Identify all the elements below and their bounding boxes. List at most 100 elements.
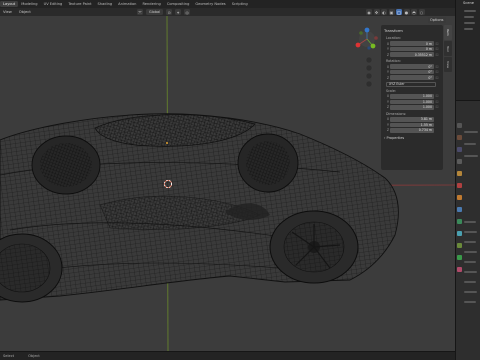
location-x-field[interactable]: 0 m [390, 41, 434, 46]
object-origin [166, 142, 168, 144]
orientation-dropdown[interactable]: Global [146, 9, 164, 15]
lock-icon[interactable]: ⚿ [434, 105, 440, 109]
outliner-row[interactable] [464, 22, 475, 24]
status-object: Object [28, 354, 40, 358]
material-shading-icon[interactable]: ◓ [411, 9, 417, 15]
material-tab-icon[interactable] [457, 267, 462, 272]
scale-label: Scale: [386, 88, 396, 93]
tool-tab-icon[interactable] [457, 123, 462, 128]
properties-row [464, 291, 477, 293]
transform-orientation-group: ⤧ Global ⊙ ⌖ ◎ [137, 9, 191, 15]
lock-icon[interactable]: ⚿ [434, 70, 440, 74]
outliner-row[interactable] [464, 16, 474, 18]
status-bar: Select Object [0, 351, 455, 360]
properties-row [464, 131, 478, 133]
properties-row [464, 221, 476, 223]
xray-icon[interactable]: ▣ [388, 9, 395, 15]
tab-geometry-nodes[interactable]: Geometry Nodes [192, 1, 228, 7]
solid-shading-icon[interactable]: ● [403, 9, 410, 15]
gizmo-icon[interactable]: ✥ [373, 9, 380, 15]
outliner-row[interactable] [464, 28, 473, 30]
view-menu[interactable]: View [3, 10, 12, 14]
physics-tab-icon[interactable] [457, 231, 462, 236]
workspace-tabs: Layout Modeling UV Editing Texture Paint… [0, 0, 455, 8]
location-y-field[interactable]: 0 m [390, 46, 434, 52]
properties-row [464, 241, 476, 243]
lock-icon[interactable]: ⚿ [434, 65, 440, 69]
tab-modeling[interactable]: Modeling [18, 1, 40, 7]
constraints-tab-icon[interactable] [457, 243, 462, 248]
tab-shading[interactable]: Shading [95, 1, 116, 7]
lock-icon[interactable]: ⚿ [434, 76, 440, 80]
scale-y-field[interactable]: 1.000 [390, 99, 434, 105]
view-layer-tab-icon[interactable] [457, 159, 462, 164]
lock-icon[interactable]: ⚿ [434, 53, 440, 57]
properties-row [464, 155, 478, 157]
right-editors: Scene [455, 0, 480, 360]
orientation-icon: ⤧ [137, 9, 143, 15]
location-label: Location: [386, 36, 402, 40]
tab-texture-paint[interactable]: Texture Paint [65, 1, 94, 7]
rotation-y-field[interactable]: 0° [390, 69, 434, 75]
rotation-x-field[interactable]: 0° [390, 64, 434, 69]
transform-panel: Transform Location: X0 m ⚿ Y0 m ⚿ Z 0.35512… [381, 25, 443, 170]
tab-scripting[interactable]: Scripting [229, 1, 251, 7]
render-tab-icon[interactable] [457, 135, 462, 140]
location-z-field[interactable]: 0.35512 m [390, 52, 434, 57]
transform-panel-title[interactable]: Transform [384, 28, 440, 33]
properties-row [464, 143, 476, 145]
tab-animation[interactable]: Animation [115, 1, 139, 7]
shading-controls: ◉ ✥ ◐ ▣ ◯ ● ◓ ○ [366, 9, 425, 15]
dimensions-x-field[interactable]: 3.81 m [390, 117, 434, 122]
properties-row [464, 251, 477, 253]
outliner-scene-label[interactable]: Scene [463, 1, 474, 5]
proportional-edit-icon[interactable]: ◎ [184, 9, 191, 15]
status-select: Select [3, 354, 15, 358]
visibility-icon[interactable]: ◉ [366, 9, 372, 15]
modifier-tab-icon[interactable] [457, 207, 462, 212]
scene-tab-icon[interactable] [457, 171, 462, 176]
dimensions-z-field[interactable]: 0.734 m [390, 128, 434, 133]
properties-row [464, 301, 476, 303]
properties-section[interactable]: › Properties [384, 136, 440, 140]
properties-row [464, 261, 476, 263]
properties-label: Properties [386, 135, 405, 140]
dimensions-y-field[interactable]: 1.55 m [390, 122, 434, 128]
tab-item[interactable]: Item [444, 25, 452, 40]
rotation-z-field[interactable]: 0° [390, 75, 434, 80]
car-wireframe-mesh [0, 113, 399, 303]
overlay-icon[interactable]: ◐ [381, 9, 387, 15]
navigation-gizmo [355, 27, 378, 50]
scale-z-field[interactable]: 1.000 [390, 105, 434, 110]
tab-rendering[interactable]: Rendering [139, 1, 163, 7]
object-menu[interactable]: Object [19, 10, 31, 14]
properties-row [464, 281, 476, 283]
object-tab-icon[interactable] [457, 195, 462, 200]
lock-icon[interactable]: ⚿ [434, 100, 440, 104]
output-tab-icon[interactable] [457, 147, 462, 152]
wireframe-shading-icon[interactable]: ◯ [396, 9, 402, 15]
rotation-mode-dropdown[interactable]: XYZ Euler [386, 82, 436, 87]
scale-x-field[interactable]: 1.000 [390, 94, 434, 99]
lock-icon[interactable]: ⚿ [434, 94, 440, 98]
data-tab-icon[interactable] [457, 255, 462, 260]
tab-view[interactable]: View [444, 57, 452, 72]
lock-icon[interactable]: ⚿ [434, 47, 440, 51]
tab-tool[interactable]: Tool [444, 41, 452, 56]
viewport-header: View Object ⤧ Global ⊙ ⌖ ◎ ◉ ✥ ◐ ▣ ◯ ● ◓… [0, 8, 455, 16]
tab-layout[interactable]: Layout [0, 1, 19, 7]
particles-tab-icon[interactable] [457, 219, 462, 224]
outliner-row[interactable] [464, 10, 476, 12]
properties-editor [456, 100, 480, 360]
world-tab-icon[interactable] [457, 183, 462, 188]
lock-icon[interactable]: ⚿ [434, 42, 440, 46]
tab-uv-editing[interactable]: UV Editing [41, 1, 66, 7]
dimensions-label: Dimensions: [386, 111, 407, 116]
snap-icon[interactable]: ⌖ [175, 9, 182, 15]
render-shading-icon[interactable]: ○ [418, 9, 425, 15]
pivot-icon[interactable]: ⊙ [166, 9, 173, 15]
tab-compositing[interactable]: Compositing [164, 1, 193, 7]
sidebar-tabs: Item Tool View [444, 25, 454, 73]
properties-row [464, 231, 477, 233]
options-dropdown[interactable]: Options [428, 17, 446, 23]
